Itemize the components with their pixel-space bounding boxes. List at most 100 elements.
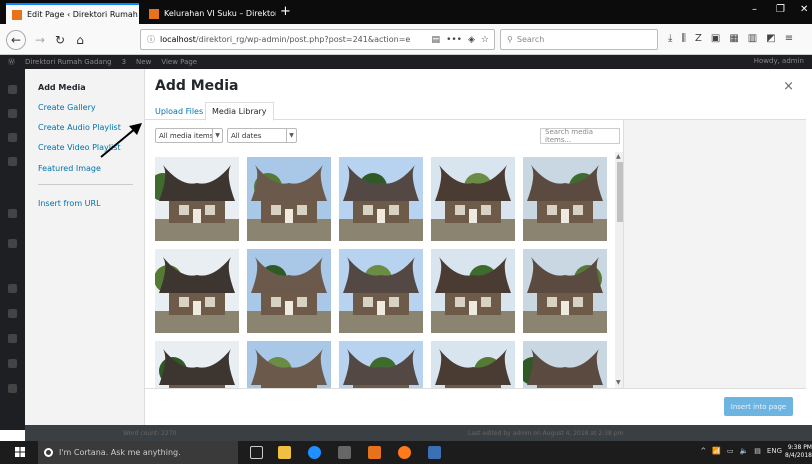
house-photo-icon — [431, 249, 515, 333]
wordpress-logo-icon[interactable]: Ⓦ — [8, 57, 15, 67]
store-icon[interactable] — [338, 446, 351, 459]
media-type-select[interactable]: All media items ▼ — [155, 128, 223, 143]
photos-icon[interactable] — [428, 446, 441, 459]
media-thumbnail[interactable] — [523, 249, 607, 333]
menu-insert-from-url[interactable]: Insert from URL — [38, 199, 101, 208]
scroll-up-icon[interactable]: ▲ — [616, 153, 621, 160]
extension-icon[interactable]: ▥ — [748, 33, 757, 44]
home-button[interactable]: ⌂ — [70, 30, 90, 50]
reload-button[interactable]: ↻ — [50, 30, 70, 50]
media-thumbnail[interactable] — [431, 249, 515, 333]
wordpress-favicon-icon — [149, 8, 159, 19]
extension-icon[interactable]: ▦ — [729, 33, 738, 44]
media-thumbnail[interactable] — [155, 157, 239, 241]
updates-count[interactable]: 3 — [122, 58, 126, 66]
menu-icon[interactable]: ≡ — [785, 33, 793, 44]
media-thumbnail[interactable] — [155, 249, 239, 333]
media-filters: All media items ▼ All dates ▼ Search med… — [145, 120, 620, 152]
close-window-button[interactable]: ✕ — [800, 4, 808, 15]
zotero-icon[interactable]: Z — [695, 33, 702, 44]
media-thumbnail[interactable] — [523, 341, 607, 388]
library-icon[interactable]: ⫼ — [681, 33, 686, 44]
info-icon[interactable]: ⓘ — [147, 34, 155, 45]
media-thumbnail[interactable] — [431, 341, 515, 388]
close-icon[interactable]: × — [783, 79, 794, 94]
media-thumbnail[interactable] — [155, 341, 239, 388]
new-tab-button[interactable]: + — [280, 4, 291, 19]
chevron-down-icon: ▼ — [212, 129, 222, 142]
insert-into-page-button[interactable]: Insert into page — [724, 397, 793, 416]
media-thumbnail[interactable] — [431, 157, 515, 241]
chevron-up-icon[interactable]: ^ — [700, 447, 706, 455]
tab-upload-files[interactable]: Upload Files — [149, 102, 209, 121]
screenshot-icon[interactable]: ▣ — [711, 33, 720, 44]
house-photo-icon — [155, 157, 239, 241]
editor-status-bar: Word count: 2270 Last edited by admin on… — [25, 425, 812, 441]
cortana-placeholder: I'm Cortana. Ask me anything. — [59, 448, 181, 457]
search-media-input[interactable]: Search media items... — [540, 128, 620, 144]
wordpress-favicon-icon — [12, 9, 22, 20]
media-thumbnail[interactable] — [339, 157, 423, 241]
menu-separator — [38, 184, 133, 185]
minimize-button[interactable]: – — [752, 4, 757, 15]
media-thumbnail[interactable] — [339, 341, 423, 388]
app-icon[interactable] — [368, 446, 381, 459]
media-thumbnail[interactable] — [247, 157, 331, 241]
extension-icon[interactable]: ◩ — [766, 33, 775, 44]
url-host: localhost — [160, 35, 196, 44]
cortana-icon — [44, 448, 53, 457]
media-thumbnail[interactable] — [247, 341, 331, 388]
forward-button[interactable]: → — [30, 30, 50, 50]
reader-view-icon[interactable]: ▤ — [432, 35, 441, 45]
media-date-select[interactable]: All dates ▼ — [227, 128, 297, 143]
scroll-down-icon[interactable]: ▼ — [616, 379, 621, 386]
view-page-link[interactable]: View Page — [161, 58, 197, 66]
browser-tab-edit-page[interactable]: Edit Page ‹ Direktori Rumah Ga ✕ — [6, 3, 139, 24]
house-photo-icon — [155, 341, 239, 388]
media-toolbar: Insert into page — [145, 388, 806, 425]
downloads-icon[interactable]: ⤓ — [668, 33, 672, 44]
menu-add-media[interactable]: Add Media — [38, 83, 86, 92]
network-icon[interactable]: 📶 — [712, 447, 721, 455]
cortana-search-box[interactable]: I'm Cortana. Ask me anything. — [38, 441, 238, 464]
site-name[interactable]: Direktori Rumah Gadang — [25, 58, 112, 66]
notification-icon[interactable]: ▤ — [754, 447, 761, 455]
url-bar[interactable]: ⓘ localhost /direktori_rg/wp-admin/post.… — [140, 29, 495, 50]
house-photo-icon — [523, 157, 607, 241]
windows-start-icon[interactable] — [15, 447, 25, 457]
page-actions-icon[interactable]: ••• — [446, 35, 462, 45]
browser-tab-bar: Edit Page ‹ Direktori Rumah Ga ✕ Kelurah… — [0, 0, 812, 24]
firefox-icon[interactable] — [398, 446, 411, 459]
last-edited: Last edited by admin on August 4, 2018 a… — [468, 430, 624, 437]
word-count: Word count: 2270 — [123, 430, 177, 437]
clock-time: 9:38 PM — [787, 444, 812, 451]
house-photo-icon — [523, 249, 607, 333]
howdy-user[interactable]: Howdy, admin — [754, 57, 804, 65]
pocket-icon[interactable]: ◈ — [468, 35, 475, 45]
media-thumbnail[interactable] — [523, 157, 607, 241]
volume-icon[interactable]: 🔈 — [740, 447, 749, 455]
file-explorer-icon[interactable] — [278, 446, 291, 459]
house-photo-icon — [155, 249, 239, 333]
edge-icon[interactable] — [308, 446, 321, 459]
house-photo-icon — [431, 157, 515, 241]
menu-featured-image[interactable]: Featured Image — [38, 164, 101, 173]
media-thumbnail[interactable] — [339, 249, 423, 333]
media-thumbnail[interactable] — [247, 249, 331, 333]
browser-tab-kelurahan[interactable]: Kelurahan VI Suku – Direktori R ✕ — [143, 3, 276, 24]
house-photo-icon — [339, 341, 423, 388]
bookmark-star-icon[interactable]: ☆ — [481, 35, 489, 45]
modal-title: Add Media — [155, 78, 239, 94]
back-button[interactable]: ← — [6, 30, 26, 50]
language-indicator[interactable]: ENG — [767, 447, 782, 455]
search-bar[interactable]: ⚲ Search — [500, 29, 658, 50]
taskbar-clock[interactable]: 9:38 PM 8/4/2018 — [784, 444, 812, 460]
new-content-link[interactable]: New — [136, 58, 151, 66]
house-photo-icon — [339, 249, 423, 333]
tab-media-library[interactable]: Media Library — [205, 102, 274, 121]
task-view-icon[interactable] — [250, 446, 263, 459]
tab-title: Kelurahan VI Suku – Direktori R — [164, 9, 276, 18]
maximize-button[interactable]: ❐ — [776, 4, 785, 15]
battery-icon[interactable]: ▭ — [727, 447, 734, 455]
menu-create-gallery[interactable]: Create Gallery — [38, 103, 96, 112]
